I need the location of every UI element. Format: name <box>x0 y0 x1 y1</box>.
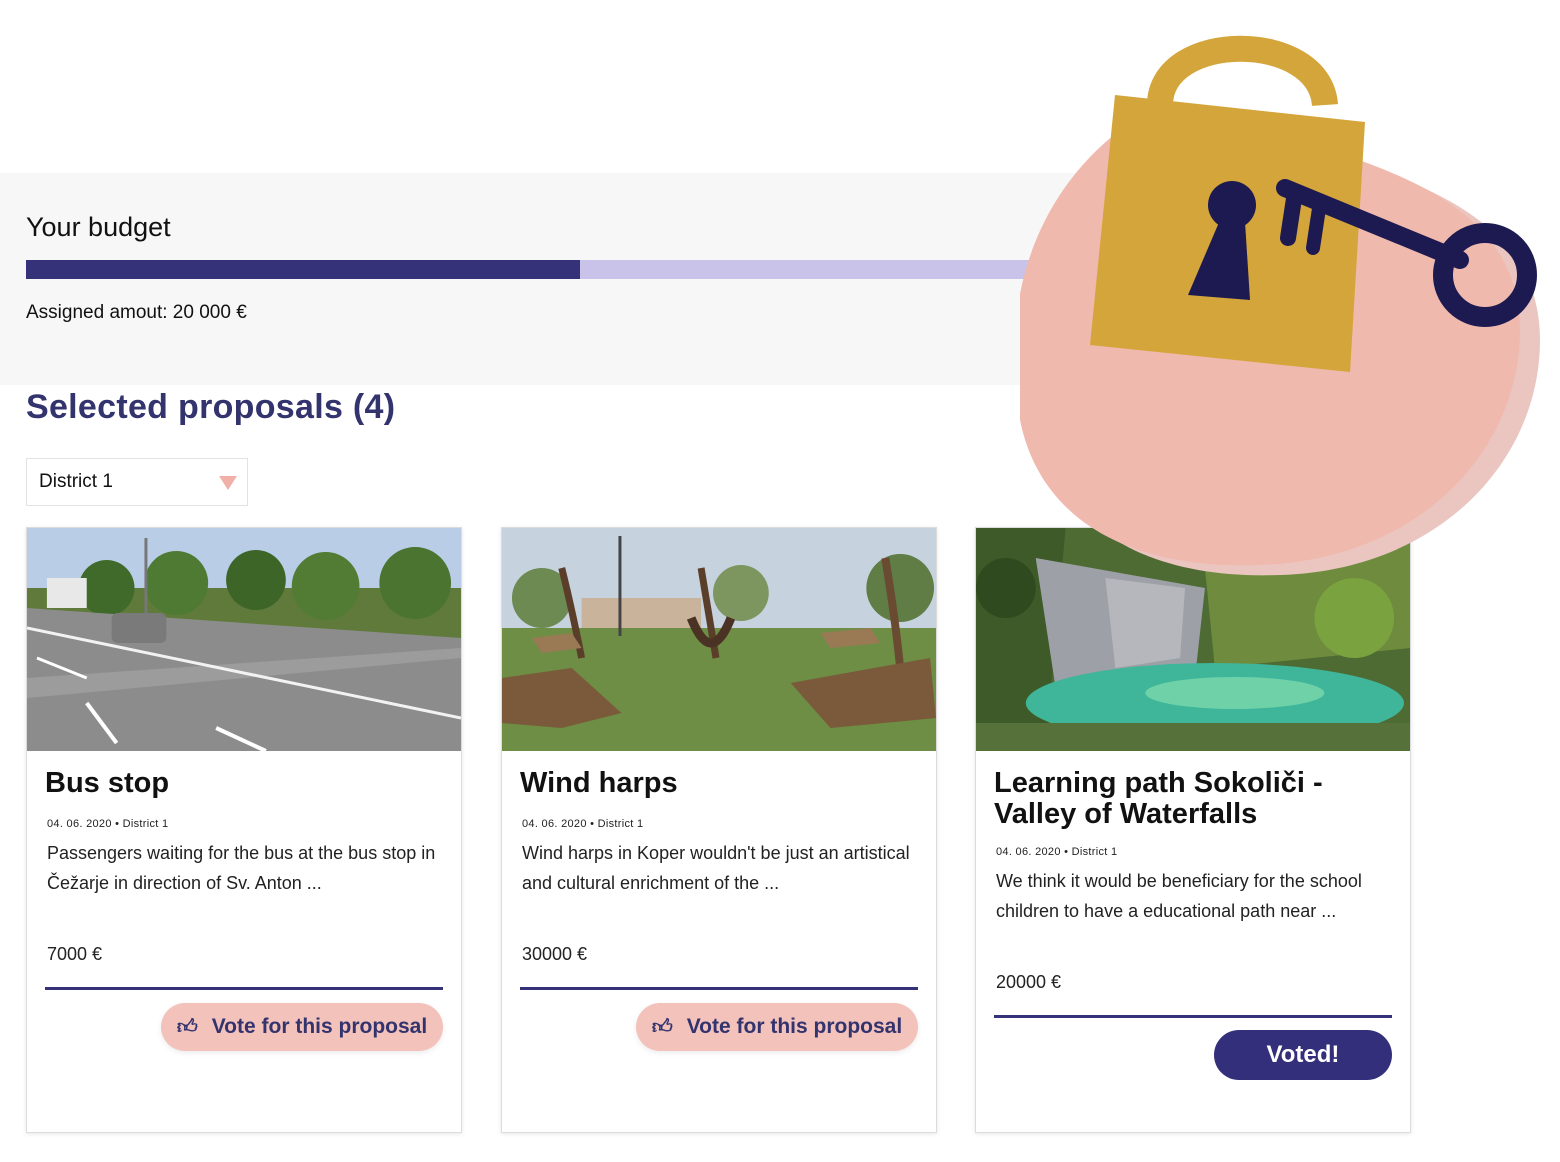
proposal-title[interactable]: Learning path Sokoliči - Valley of Water… <box>994 768 1392 830</box>
vote-button[interactable]: 👍︎ Vote for this proposal <box>161 1003 443 1051</box>
vote-button-label: Vote for this proposal <box>211 1015 428 1038</box>
thumbs-up-icon: 👍︎ <box>176 1016 198 1038</box>
vote-button-label: Vote for this proposal <box>686 1015 903 1038</box>
proposal-image-wind-harps[interactable] <box>502 528 936 751</box>
lock-illustration <box>1020 35 1540 576</box>
proposal-meta: 04. 06. 2020 • District 1 <box>47 818 169 830</box>
budget-title: Your budget <box>26 212 171 242</box>
thumbs-up-icon: 👍︎ <box>651 1016 673 1038</box>
proposal-description: We think it would be beneficiary for the… <box>996 871 1362 921</box>
proposal-title[interactable]: Bus stop <box>45 768 443 799</box>
budget-progress-bar <box>26 260 1086 279</box>
proposal-meta: 04. 06. 2020 • District 1 <box>522 818 644 830</box>
proposal-card[interactable]: Wind harps 04. 06. 2020 • District 1 Win… <box>501 527 937 1133</box>
proposal-meta: 04. 06. 2020 • District 1 <box>996 846 1118 858</box>
proposal-description: Wind harps in Koper wouldn't be just an … <box>522 843 910 893</box>
proposal-image-bus-stop[interactable] <box>27 528 461 751</box>
divider <box>520 987 918 990</box>
voted-button[interactable]: Voted! <box>1214 1030 1392 1080</box>
chevron-down-icon <box>219 476 237 490</box>
proposal-price: 7000 € <box>47 944 103 964</box>
vote-button[interactable]: 👍︎ Vote for this proposal <box>636 1003 918 1051</box>
proposal-card[interactable]: Learning path Sokoliči - Valley of Water… <box>975 527 1411 1133</box>
proposal-card[interactable]: Bus stop 04. 06. 2020 • District 1 Passe… <box>26 527 462 1133</box>
divider <box>994 1015 1392 1018</box>
district-select[interactable]: District 1 <box>26 458 248 506</box>
budget-panel <box>0 173 1100 385</box>
proposal-price: 20000 € <box>996 972 1062 992</box>
proposal-price: 30000 € <box>522 944 588 964</box>
divider <box>45 987 443 990</box>
district-select-value: District 1 <box>39 471 113 492</box>
assigned-amount: Assigned amout: 20 000 € <box>26 302 247 323</box>
budget-progress-fill <box>26 260 581 279</box>
section-title: Selected proposals (4) <box>26 388 396 426</box>
proposal-title[interactable]: Wind harps <box>520 768 918 799</box>
proposal-description: Passengers waiting for the bus at the bu… <box>47 843 436 893</box>
